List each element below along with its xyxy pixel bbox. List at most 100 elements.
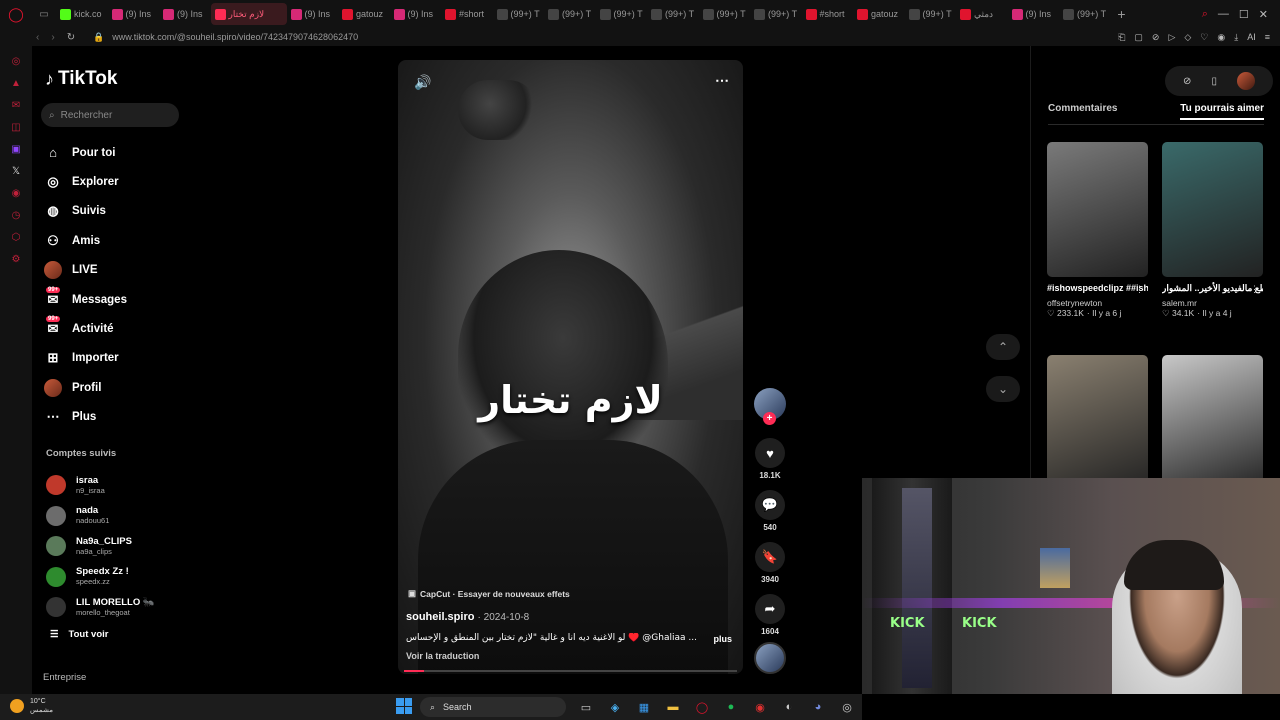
browser-tab[interactable]: gatouz	[338, 3, 390, 25]
browser-tab[interactable]: (99+) T	[544, 3, 596, 25]
like-action[interactable]: ♥ 18.1K	[752, 438, 788, 480]
comment-action[interactable]: 💬 540	[752, 490, 788, 532]
browser-tab[interactable]: (9) Ins	[390, 3, 442, 25]
author-name[interactable]: souheil.spiro	[406, 611, 474, 623]
suggested-video-card[interactable]: مقطع مالفيديو الأخير.. المشوار 🙏 salem.mr…	[1162, 142, 1263, 319]
taskbar-search[interactable]: ⌕ Search	[420, 697, 566, 717]
sidebar-item-activity[interactable]: ✉ 99+ Activité	[44, 314, 194, 343]
card-account[interactable]: offsetrynewton	[1047, 298, 1148, 308]
pinboard-icon[interactable]: ▲	[9, 76, 23, 90]
tiktok-logo[interactable]: ♪ TikTok	[45, 68, 117, 90]
windows-start-icon[interactable]	[396, 698, 412, 714]
back-icon[interactable]: ‹	[36, 32, 39, 43]
play-icon[interactable]: ▷	[1168, 32, 1175, 43]
settings-icon[interactable]: ⚙	[9, 252, 23, 266]
compass-top-icon[interactable]: ⊘	[1183, 76, 1191, 87]
weather-widget[interactable]: 10°C مشمس	[10, 697, 53, 715]
copilot-icon[interactable]: ◈	[605, 697, 625, 717]
workspace-icon[interactable]: ▭	[32, 0, 56, 28]
browser-tab[interactable]: gatouz	[853, 3, 905, 25]
instagram-sidebar-icon[interactable]: ◫	[9, 120, 23, 134]
close-icon[interactable]: ✕	[1259, 8, 1268, 21]
x-icon[interactable]: 𝕏	[9, 164, 23, 178]
sidebar-item-live[interactable]: LIVE	[44, 256, 194, 285]
previous-video-button[interactable]: ⌃	[986, 334, 1020, 360]
minimize-icon[interactable]: —	[1218, 8, 1229, 20]
browser-tab[interactable]: #short	[441, 3, 493, 25]
suggested-video-card[interactable]	[1162, 355, 1263, 490]
user-avatar[interactable]	[1236, 72, 1255, 90]
footer-link-entreprise[interactable]: Entreprise	[43, 672, 86, 683]
folder-icon[interactable]: ▬	[663, 697, 683, 717]
aria-icon[interactable]: ◎	[9, 54, 23, 68]
task-view-icon[interactable]: ▭	[576, 697, 596, 717]
video-player[interactable]: 🔊 ⋯ لازم تختار ▣ CapCut · Essayer de nou…	[398, 60, 743, 674]
share-action[interactable]: ➦ 1604	[752, 594, 788, 636]
followed-account[interactable]: Speedx Zz ! speedx.zz	[46, 562, 196, 593]
browser-tab[interactable]: kick.co	[56, 3, 108, 25]
browser-tab[interactable]: (99+) T	[1059, 3, 1111, 25]
followed-account[interactable]: israa n9_israa	[46, 470, 196, 501]
translate-button[interactable]: Voir la traduction	[406, 651, 479, 661]
heart-icon[interactable]: ♡	[1200, 32, 1208, 43]
player-icon[interactable]: ◉	[9, 186, 23, 200]
followed-account[interactable]: Na9a_CLIPS na9a_clips	[46, 531, 196, 562]
browser-tab[interactable]: (9) Ins	[287, 3, 339, 25]
browser-tab[interactable]: (99+) T	[699, 3, 751, 25]
more-options-icon[interactable]: ⋯	[715, 72, 729, 89]
next-video-button[interactable]: ⌄	[986, 376, 1020, 402]
suggested-video-card[interactable]	[1047, 355, 1148, 490]
heart-icon[interactable]: ♥	[755, 438, 785, 468]
url-text[interactable]: www.tiktok.com/@souheil.spiro/video/7423…	[112, 32, 358, 42]
sidebar-item-profile[interactable]: Profil	[44, 373, 194, 402]
comment-icon[interactable]: 💬	[755, 490, 785, 520]
suggested-video-card[interactable]: #ishowspeedclipz ##ishowspeed offsetrynew…	[1047, 142, 1148, 319]
maximize-icon[interactable]: ☐	[1239, 8, 1249, 21]
browser-tab[interactable]: (9) Ins	[108, 3, 160, 25]
card-account[interactable]: salem.mr	[1162, 298, 1263, 308]
messenger-icon[interactable]: ✉	[9, 98, 23, 112]
capcut-link[interactable]: ▣ CapCut · Essayer de nouveaux effets	[408, 588, 570, 599]
bookmark-icon[interactable]: ⎗	[1118, 32, 1125, 43]
twitch-icon[interactable]: ▣	[9, 142, 23, 156]
video-thumbnail[interactable]	[1162, 355, 1263, 490]
share-icon[interactable]: ➦	[755, 594, 785, 624]
follow-button[interactable]: +	[763, 412, 776, 425]
app-icon[interactable]: ◉	[750, 697, 770, 717]
download-icon[interactable]: ⤓	[1234, 32, 1238, 43]
followed-account[interactable]: LIL MORELLO 🐜 morello_thegoat	[46, 592, 196, 623]
obs-icon[interactable]: ◎	[837, 697, 857, 717]
url-field[interactable]: 🔒 www.tiktok.com/@souheil.spiro/video/74…	[93, 32, 358, 43]
sidebar-item-more[interactable]: ⋯ Plus	[44, 403, 194, 432]
browser-tab[interactable]: #short	[802, 3, 854, 25]
opera-logo-icon[interactable]: ◯	[0, 0, 32, 28]
ai-icon[interactable]: AI	[1247, 32, 1256, 42]
browser-tab[interactable]: (9) Ins	[159, 3, 211, 25]
discord-icon[interactable]: ◕	[808, 697, 828, 717]
volume-icon[interactable]: 🔊	[414, 74, 431, 91]
history-icon[interactable]: ◷	[9, 208, 23, 222]
browser-tab[interactable]: دمثي	[956, 3, 1008, 25]
browser-tab[interactable]: لازم تختار	[210, 3, 287, 25]
card-more-icon[interactable]: ⋮	[1250, 284, 1259, 295]
search-input[interactable]: ⌕ Rechercher	[41, 103, 179, 127]
spotify-icon[interactable]: ●	[721, 697, 741, 717]
browser-tab[interactable]: (99+) T	[750, 3, 802, 25]
menu-icon[interactable]: ≡	[1265, 32, 1270, 42]
video-thumbnail[interactable]	[1162, 142, 1263, 277]
sidebar-item-following[interactable]: ◍ Suivis	[44, 197, 194, 226]
search-tabs-icon[interactable]: ⌕	[1202, 8, 1208, 21]
extension-icon[interactable]: ⬡	[9, 230, 23, 244]
save-action[interactable]: 🔖 3940	[752, 542, 788, 584]
followed-account[interactable]: nada nadouu61	[46, 501, 196, 532]
tab-comments[interactable]: Commentaires	[1048, 103, 1117, 120]
see-more-button[interactable]: plus	[713, 634, 732, 644]
tab-suggested[interactable]: Tu pourrais aimer	[1180, 103, 1264, 120]
video-thumbnail[interactable]	[1047, 355, 1148, 490]
user-icon[interactable]: ◉	[1217, 32, 1225, 43]
card-more-icon[interactable]: ⋮	[1135, 284, 1144, 295]
video-progress-bar[interactable]	[404, 670, 737, 672]
forward-icon[interactable]: ›	[51, 32, 54, 43]
sidebar-item-messages[interactable]: ✉ 99+ Messages	[44, 285, 194, 314]
sidebar-item-compass[interactable]: ◎ Explorer	[44, 167, 194, 196]
